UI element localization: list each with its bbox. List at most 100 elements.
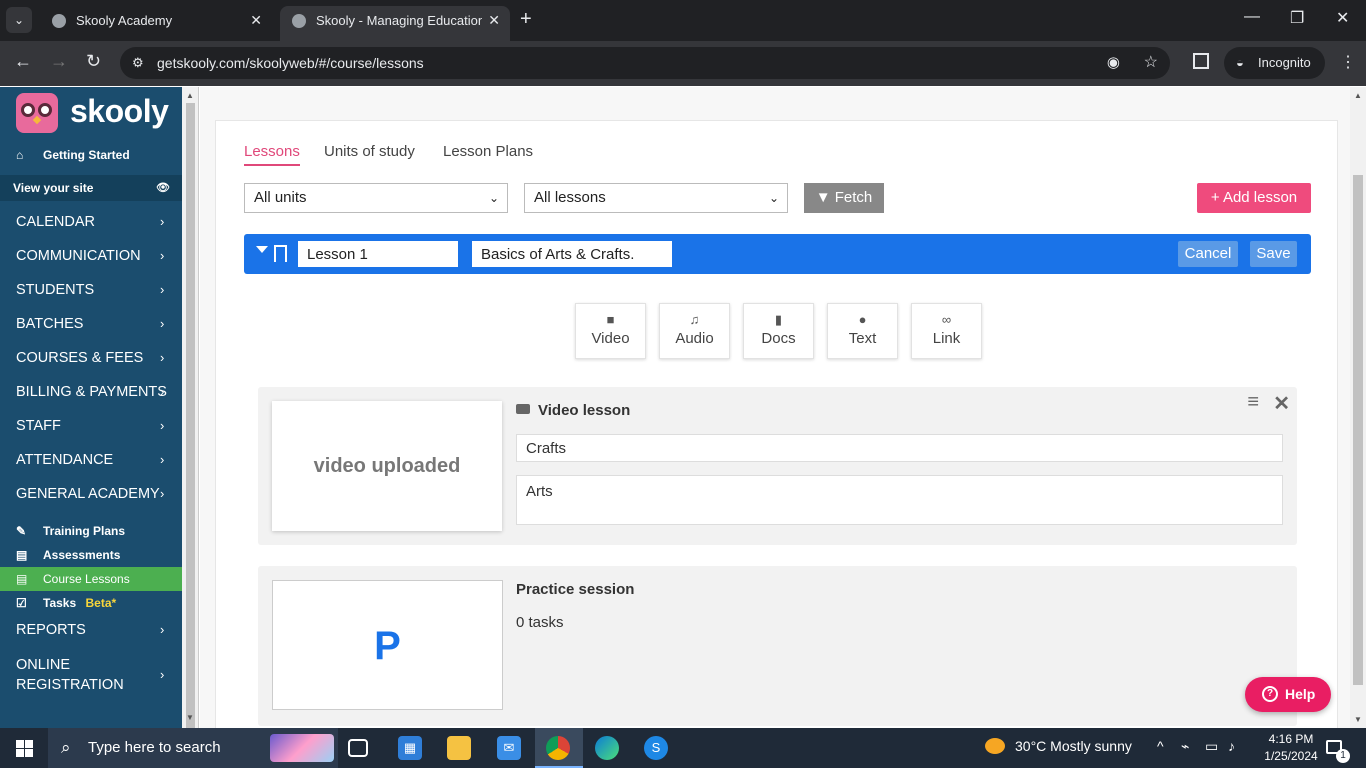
weather-widget[interactable]: 30°C Mostly sunny	[985, 738, 1132, 754]
network-icon[interactable]: ⌁	[1181, 738, 1189, 755]
sidebar-item-general-academy[interactable]: GENERAL ACADEMY ›	[0, 477, 182, 511]
sidebar-item-training-plans[interactable]: ✎ Training Plans	[0, 519, 182, 543]
chevron-up-icon[interactable]: ^	[1157, 738, 1164, 754]
main-scrollbar[interactable]: ▲ ▼	[1350, 87, 1366, 728]
reload-icon[interactable]: ↻	[86, 51, 101, 72]
close-tab-icon[interactable]: ✕	[250, 6, 262, 35]
address-bar[interactable]: ⚙ getskooly.com/skoolyweb/#/course/lesso…	[120, 47, 1170, 79]
chrome-taskbar-button[interactable]	[535, 728, 583, 768]
sidebar-item-calendar[interactable]: CALENDAR ›	[0, 205, 182, 239]
tab-lessons[interactable]: Lessons	[244, 143, 300, 166]
scroll-down-icon[interactable]: ▼	[1354, 715, 1362, 724]
scrollbar-thumb[interactable]	[1353, 175, 1363, 685]
sidebar-item-getting-started[interactable]: ⌂ Getting Started	[0, 143, 182, 167]
lessons-select[interactable]: All lessons ⌄	[524, 183, 788, 213]
microsoft-store-icon[interactable]: ▦	[398, 736, 422, 760]
back-icon[interactable]: ←	[14, 51, 32, 72]
taskbar-search[interactable]: ⌕ Type here to search	[48, 728, 338, 768]
sidebar-item-online-registration[interactable]: ONLINE REGISTRATION ›	[0, 655, 182, 699]
sidebar-item-courses-fees[interactable]: COURSES & FEES ›	[0, 341, 182, 375]
sidebar-item-batches[interactable]: BATCHES ›	[0, 307, 182, 341]
sidebar-item-staff[interactable]: STAFF ›	[0, 409, 182, 443]
video-title-field[interactable]	[516, 434, 1283, 462]
taskbar-clock[interactable]: 4:16 PM 1/25/2024	[1263, 731, 1319, 765]
close-icon[interactable]: ✕	[1273, 391, 1290, 416]
sidebar-item-label: REGISTRATION	[16, 677, 124, 693]
task-view-icon[interactable]	[348, 739, 368, 757]
save-button[interactable]: Save	[1250, 241, 1297, 267]
add-lesson-button[interactable]: + Add lesson	[1197, 183, 1311, 213]
eye-off-icon[interactable]: ◉	[1107, 53, 1120, 71]
tab-units-of-study[interactable]: Units of study	[324, 143, 415, 160]
help-button[interactable]: ? Help	[1245, 677, 1331, 712]
practice-session-title[interactable]: Practice session	[516, 581, 634, 598]
chevron-right-icon: ›	[160, 316, 165, 331]
close-tab-icon[interactable]: ✕	[488, 6, 500, 35]
restore-icon[interactable]: ❐	[1290, 8, 1304, 28]
media-button-label: Link	[932, 330, 961, 347]
scroll-up-icon[interactable]: ▲	[186, 91, 194, 100]
windows-start-icon[interactable]	[16, 740, 33, 757]
sidebar-item-course-lessons[interactable]: ▤ Course Lessons	[0, 567, 182, 591]
view-site-link[interactable]: View your site 👁	[0, 175, 182, 201]
lessons-card: Lessons Units of study Lesson Plans All …	[215, 120, 1338, 728]
sidebar-item-reports[interactable]: REPORTS ›	[0, 613, 182, 647]
collapse-caret-icon[interactable]	[256, 246, 268, 253]
add-docs-button[interactable]: ▮ Docs	[743, 303, 814, 359]
globe-icon	[292, 14, 306, 28]
lesson-header-bar: Cancel Save	[244, 234, 1311, 274]
video-thumbnail[interactable]: video uploaded	[272, 401, 502, 531]
sidebar-item-assessments[interactable]: ▤ Assessments	[0, 543, 182, 567]
add-link-button[interactable]: ∞ Link	[911, 303, 982, 359]
clock-date: 1/25/2024	[1264, 749, 1318, 763]
scroll-down-icon[interactable]: ▼	[186, 713, 194, 722]
site-info-icon[interactable]: ⚙	[132, 55, 144, 71]
scrollbar-thumb[interactable]	[186, 103, 195, 737]
practice-thumbnail[interactable]: P	[272, 580, 503, 710]
mail-icon[interactable]: ✉	[497, 736, 521, 760]
browser-toolbar: ← → ↻ ⚙ getskooly.com/skoolyweb/#/course…	[0, 41, 1366, 86]
sidebar-item-communication[interactable]: COMMUNICATION ›	[0, 239, 182, 273]
sidebar-item-attendance[interactable]: ATTENDANCE ›	[0, 443, 182, 477]
edge-icon[interactable]	[595, 736, 619, 760]
reorder-menu-icon[interactable]: ≡	[1247, 391, 1259, 414]
tab-lesson-plans[interactable]: Lesson Plans	[443, 143, 533, 160]
fetch-button[interactable]: ▼ Fetch	[804, 183, 884, 213]
media-button-label: Docs	[761, 330, 796, 347]
cancel-button[interactable]: Cancel	[1178, 241, 1238, 267]
file-explorer-icon[interactable]	[447, 736, 471, 760]
tab-search-button[interactable]: ⌄	[6, 7, 32, 33]
sidebar-item-students[interactable]: STUDENTS ›	[0, 273, 182, 307]
close-window-icon[interactable]: ✕	[1336, 8, 1349, 28]
sidebar-item-tasks[interactable]: ☑ Tasks Beta*	[0, 591, 182, 615]
skype-icon[interactable]: S	[644, 736, 668, 760]
sidebar-scrollbar[interactable]: ▲ ▼	[182, 87, 199, 737]
browser-menu-icon[interactable]: ⋮	[1340, 52, 1356, 72]
add-video-button[interactable]: ■ Video	[575, 303, 646, 359]
forward-icon[interactable]: →	[50, 51, 68, 72]
chevron-right-icon: ›	[160, 667, 165, 682]
video-description-field[interactable]: Arts	[516, 475, 1283, 525]
sidebar-item-label: ATTENDANCE	[16, 452, 114, 468]
volume-icon[interactable]: ♪	[1228, 738, 1235, 754]
search-icon: ⌕	[61, 738, 71, 757]
add-text-button[interactable]: ● Text	[827, 303, 898, 359]
bookmark-star-icon[interactable]: ☆	[1144, 52, 1158, 72]
new-tab-icon[interactable]: +	[520, 8, 532, 31]
browser-tab[interactable]: Skooly Academy ✕	[40, 6, 272, 41]
lesson-description-input[interactable]	[472, 241, 672, 267]
bookmark-icon[interactable]	[274, 245, 287, 262]
add-audio-button[interactable]: ♫ Audio	[659, 303, 730, 359]
units-select[interactable]: All units ⌄	[244, 183, 508, 213]
skooly-logo[interactable]: skooly	[16, 93, 182, 137]
scroll-up-icon[interactable]: ▲	[1354, 91, 1362, 100]
lesson-name-input[interactable]	[298, 241, 458, 267]
side-panel-icon[interactable]	[1193, 53, 1209, 69]
battery-icon[interactable]: ▭	[1205, 738, 1218, 755]
sidebar-item-billing-payments[interactable]: BILLING & PAYMENTS ›	[0, 375, 182, 409]
browser-tab-active[interactable]: Skooly - Managing Educational ✕	[280, 6, 510, 41]
sidebar-item-label: REPORTS	[16, 622, 86, 638]
incognito-indicator[interactable]: ◒ Incognito	[1224, 47, 1325, 79]
minimize-icon[interactable]: —	[1244, 8, 1260, 26]
chevron-right-icon: ›	[160, 214, 165, 229]
